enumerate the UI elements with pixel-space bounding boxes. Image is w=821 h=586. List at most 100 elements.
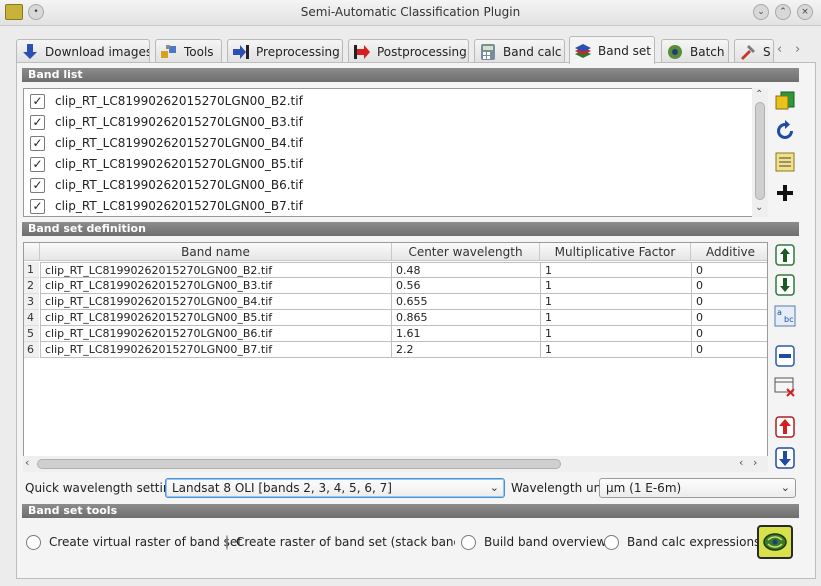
row-header[interactable]: 4 [24,310,39,326]
band-checkbox[interactable]: ✓ [30,93,45,109]
band-checkbox[interactable]: ✓ [30,177,45,193]
wavelength-unit-label: Wavelength unit [511,481,610,495]
clear-table-button[interactable] [773,375,797,399]
band-list-item[interactable]: ✓ clip_RT_LC81990262015270LGN00_B4.tif [30,133,303,153]
remove-band-button[interactable] [773,344,797,368]
cell-multiplicative-factor[interactable]: 1 [540,294,692,310]
cell-additive[interactable]: 0 [691,310,767,326]
cell-multiplicative-factor[interactable]: 1 [540,310,692,326]
tab-scroll-right-icon[interactable]: › [795,42,800,57]
band-set-table: Band name Center wavelength Multiplicati… [23,242,768,470]
band-list-scrollbar[interactable]: ⌃ ⌄ [752,88,768,217]
band-checkbox[interactable]: ✓ [30,156,45,172]
wavelength-unit-select[interactable]: µm (1 E-6m) ⌄ [599,478,796,498]
band-calc-expressions-checkbox[interactable] [604,534,619,550]
create-raster-checkbox[interactable] [226,534,228,550]
close-button[interactable]: × [797,4,813,20]
scrollbar-thumb[interactable] [37,459,561,469]
band-list-header: Band list [22,68,799,82]
cell-band-name[interactable]: clip_RT_LC81990262015270LGN00_B4.tif [40,294,392,310]
row-header[interactable]: 6 [24,342,39,358]
postprocessing-icon [354,44,370,59]
cell-band-name[interactable]: clip_RT_LC81990262015270LGN00_B3.tif [40,278,392,294]
cell-additive[interactable]: 0 [691,326,767,342]
build-overviews-checkbox[interactable] [461,534,476,550]
band-list-item[interactable]: ✓ clip_RT_LC81990262015270LGN00_B2.tif [30,91,303,111]
maximize-button[interactable]: ⌃ [775,4,791,20]
cell-multiplicative-factor[interactable]: 1 [540,278,692,294]
table-horizontal-scrollbar[interactable]: ‹ ‹ › [23,456,768,472]
tab-postprocessing[interactable]: Postprocessing [348,39,469,63]
export-band-set-button[interactable] [773,415,797,439]
band-list-item[interactable]: ✓ clip_RT_LC81990262015270LGN00_B6.tif [30,175,303,195]
add-bands-button[interactable] [773,88,797,112]
band-list-item[interactable]: ✓ clip_RT_LC81990262015270LGN00_B5.tif [30,154,303,174]
move-down-button[interactable] [773,273,797,297]
cell-multiplicative-factor[interactable]: 1 [540,342,692,358]
window-title: Semi-Automatic Classification Plugin [300,5,521,19]
cell-additive[interactable]: 0 [691,294,767,310]
scroll-left-icon[interactable]: ‹ [25,456,29,469]
svg-text:bc: bc [784,315,793,324]
add-to-band-set-button[interactable] [773,181,797,205]
band-checkbox[interactable]: ✓ [30,114,45,130]
scroll-right-icon[interactable]: › [753,456,757,469]
band-checkbox[interactable]: ✓ [30,198,45,214]
move-up-button[interactable] [773,243,797,267]
create-raster-option[interactable]: Create raster of band set (stack bands [226,533,455,551]
minimize-button[interactable]: ⌄ [753,4,769,20]
cell-multiplicative-factor[interactable]: 1 [540,262,692,278]
band-checkbox[interactable]: ✓ [30,135,45,151]
import-band-set-button[interactable] [773,446,797,470]
quick-wavelength-select[interactable]: Landsat 8 OLI [bands 2, 3, 4, 5, 6, 7] ⌄ [165,478,505,498]
tab-download-images[interactable]: Download images [16,39,150,63]
cell-center-wavelength[interactable]: 0.48 [391,262,541,278]
cell-band-name[interactable]: clip_RT_LC81990262015270LGN00_B6.tif [40,326,392,342]
band-calc-expressions-option[interactable]: Band calc expressions [604,533,760,551]
create-virtual-raster-option[interactable]: Create virtual raster of band set [26,533,242,551]
quick-wavelength-label: Quick wavelength settings [25,481,185,495]
cell-center-wavelength[interactable]: 1.61 [391,326,541,342]
cell-band-name[interactable]: clip_RT_LC81990262015270LGN00_B5.tif [40,310,392,326]
scroll-up-icon[interactable]: ⌃ [755,89,763,100]
cell-center-wavelength[interactable]: 2.2 [391,342,541,358]
cell-additive[interactable]: 0 [691,278,767,294]
arrow-down-icon [775,274,795,296]
tab-band-set[interactable]: Band set [569,36,655,64]
sort-alphabetical-icon: abc [774,305,796,327]
row-header[interactable]: 2 [24,278,39,294]
band-set-tools-header: Band set tools [22,504,799,518]
cell-center-wavelength[interactable]: 0.56 [391,278,541,294]
column-header-band-name[interactable]: Band name [40,243,392,261]
refresh-list-button[interactable] [773,119,797,143]
scrollbar-thumb[interactable] [755,102,765,200]
cell-center-wavelength[interactable]: 0.655 [391,294,541,310]
column-header-additive[interactable]: Additive [691,243,767,261]
cell-additive[interactable]: 0 [691,342,767,358]
tab-batch[interactable]: Batch [661,39,729,63]
row-header[interactable]: 1 [24,262,39,278]
tab-band-calc[interactable]: Band calc [474,39,565,63]
cell-band-name[interactable]: clip_RT_LC81990262015270LGN00_B7.tif [40,342,392,358]
run-button[interactable] [757,525,793,559]
scroll-left-icon[interactable]: ‹ [739,456,743,469]
cell-band-name[interactable]: clip_RT_LC81990262015270LGN00_B2.tif [40,262,392,278]
cell-additive[interactable]: 0 [691,262,767,278]
tab-settings[interactable]: S [734,39,774,63]
cell-center-wavelength[interactable]: 0.865 [391,310,541,326]
row-header[interactable]: 3 [24,294,39,310]
band-list-item[interactable]: ✓ clip_RT_LC81990262015270LGN00_B3.tif [30,112,303,132]
band-list-item[interactable]: ✓ clip_RT_LC81990262015270LGN00_B7.tif [30,196,303,216]
column-header-multiplicative-factor[interactable]: Multiplicative Factor [540,243,691,261]
sort-by-name-button[interactable]: a bc [773,304,797,328]
tab-tools[interactable]: Tools [155,39,222,63]
scroll-down-icon[interactable]: ⌄ [755,202,763,213]
cell-multiplicative-factor[interactable]: 1 [540,326,692,342]
tab-scroll-left-icon[interactable]: ‹ [777,42,782,57]
row-header[interactable]: 5 [24,326,39,342]
build-overviews-option[interactable]: Build band overviews [461,533,613,551]
create-virtual-raster-checkbox[interactable] [26,534,41,550]
tab-preprocessing[interactable]: Preprocessing [227,39,343,63]
select-all-button[interactable] [773,150,797,174]
column-header-center-wavelength[interactable]: Center wavelength [392,243,540,261]
